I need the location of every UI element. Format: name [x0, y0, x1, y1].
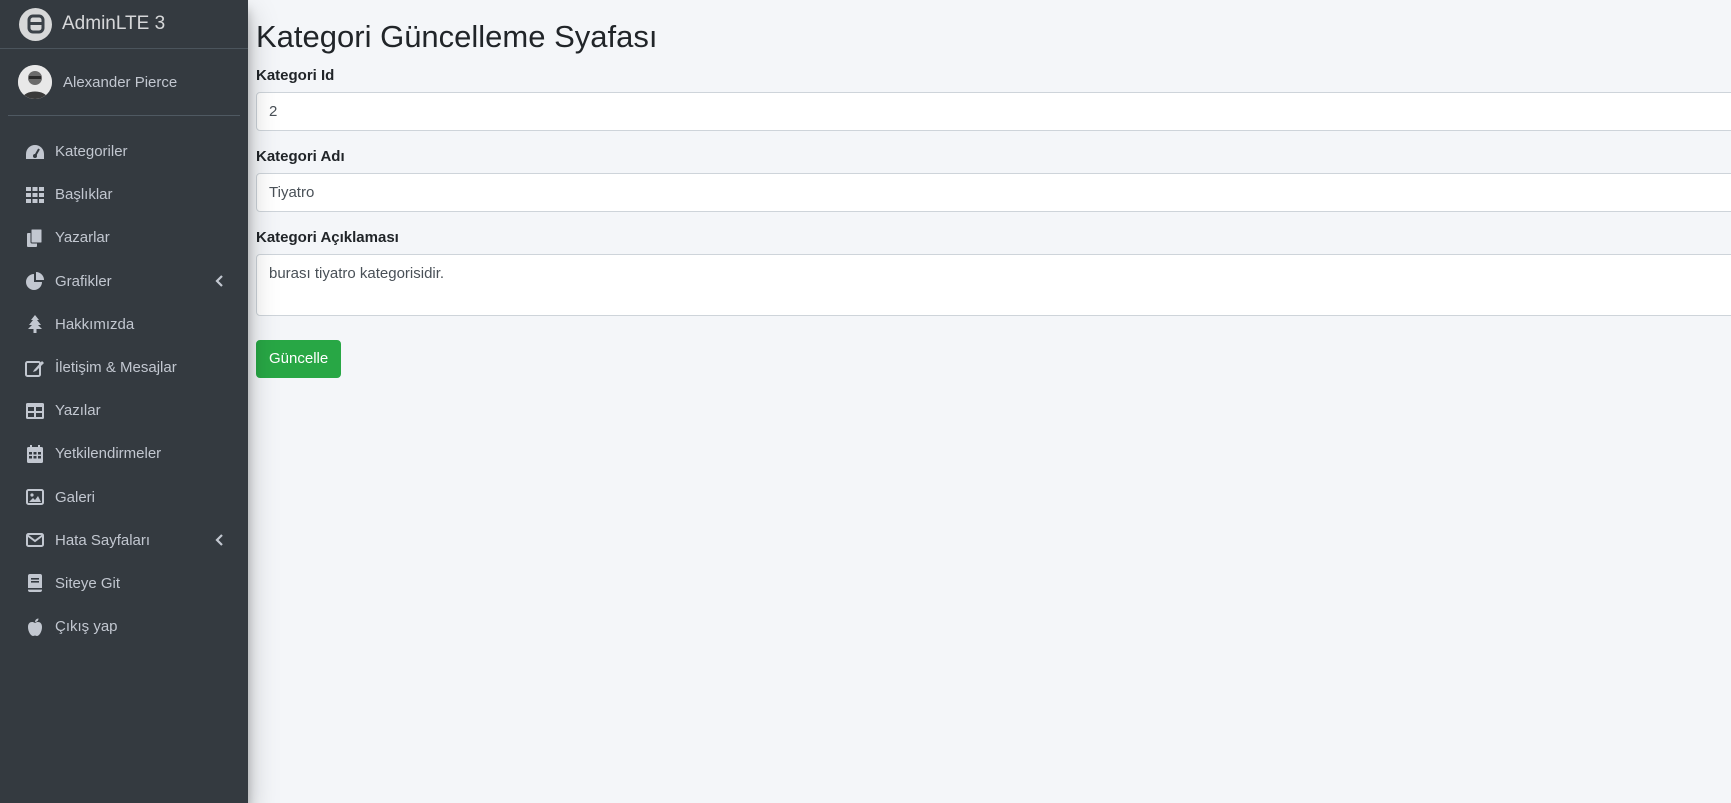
tree-icon — [25, 314, 45, 334]
sidebar-item-iletisim-mesajlar[interactable]: İletişim & Mesajlar — [8, 346, 240, 389]
user-name[interactable]: Alexander Pierce — [63, 74, 177, 91]
sidebar-item-label: İletişim & Mesajlar — [55, 359, 177, 377]
tachometer-icon — [25, 142, 45, 162]
sidebar-item-label: Çıkış yap — [55, 618, 118, 636]
sidebar-item-galeri[interactable]: Galeri — [8, 476, 240, 519]
sidebar-item-label: Grafikler — [55, 272, 112, 290]
brand-link[interactable]: AdminLTE 3 — [0, 0, 248, 49]
user-avatar[interactable] — [18, 65, 52, 99]
user-panel: Alexander Pierce — [8, 49, 240, 116]
sidebar-item-siteye-git[interactable]: Siteye Git — [8, 562, 240, 605]
chevron-left-icon — [214, 275, 224, 287]
adminlte-logo-icon — [19, 7, 52, 41]
book-icon — [25, 573, 45, 593]
sidebar-item-basliklar[interactable]: Başlıklar — [8, 173, 240, 216]
copy-icon — [25, 228, 45, 248]
category-update-form: Kategori Id Kategori Adı Kategori Açıkla… — [256, 67, 1731, 378]
sidebar-item-label: Yazılar — [55, 402, 101, 420]
sidebar-item-yazilar[interactable]: Yazılar — [8, 389, 240, 432]
calendar-icon — [25, 444, 45, 464]
brand-title: AdminLTE 3 — [62, 13, 166, 34]
sidebar-item-label: Yazarlar — [55, 229, 110, 247]
envelope-icon — [25, 530, 45, 550]
sidebar-item-yetkilendirmeler[interactable]: Yetkilendirmeler — [8, 432, 240, 475]
grid-icon — [25, 185, 45, 205]
category-description-label: Kategori Açıklaması — [256, 229, 399, 246]
category-name-input[interactable] — [256, 173, 1731, 212]
form-group-description: Kategori Açıklaması burası tiyatro kateg… — [256, 229, 1731, 316]
content-wrapper: Kategori Güncelleme Syafası Kategori Id … — [256, 0, 1731, 378]
apple-icon — [25, 617, 45, 637]
sidebar-item-cikis-yap[interactable]: Çıkış yap — [8, 605, 240, 648]
sidebar-item-yazarlar[interactable]: Yazarlar — [8, 216, 240, 259]
form-group-id: Kategori Id — [256, 67, 1731, 131]
sidebar-item-label: Kategoriler — [55, 143, 128, 161]
update-button[interactable]: Güncelle — [256, 340, 342, 378]
sidebar-item-hakkimizda[interactable]: Hakkımızda — [8, 303, 240, 346]
image-icon — [25, 487, 45, 507]
form-group-name: Kategori Adı — [256, 148, 1731, 212]
category-id-label: Kategori Id — [256, 67, 335, 84]
pie-chart-icon — [25, 271, 45, 291]
sidebar-item-label: Hata Sayfaları — [55, 531, 151, 549]
page-title: Kategori Güncelleme Syafası — [256, 19, 658, 54]
edit-icon — [25, 358, 45, 378]
table-icon — [25, 401, 45, 421]
category-name-label: Kategori Adı — [256, 148, 345, 165]
main-sidebar: AdminLTE 3 Alexander Pierce Kategoriler … — [0, 0, 248, 803]
sidebar-item-kategoriler[interactable]: Kategoriler — [8, 130, 240, 173]
sidebar-item-grafikler[interactable]: Grafikler — [8, 260, 240, 303]
sidebar-nav: Kategoriler Başlıklar Yazarlar Grafikler — [0, 130, 248, 648]
sidebar-item-label: Galeri — [55, 488, 96, 506]
category-id-input[interactable] — [256, 92, 1731, 131]
sidebar-item-label: Yetkilendirmeler — [55, 445, 162, 463]
sidebar-item-hata-sayfalari[interactable]: Hata Sayfaları — [8, 519, 240, 562]
chevron-left-icon — [214, 534, 224, 547]
sidebar-item-label: Başlıklar — [55, 186, 113, 204]
sidebar-item-label: Siteye Git — [55, 574, 121, 592]
category-description-textarea[interactable]: burası tiyatro kategorisidir. — [256, 254, 1731, 316]
sidebar-item-label: Hakkımızda — [55, 315, 135, 333]
